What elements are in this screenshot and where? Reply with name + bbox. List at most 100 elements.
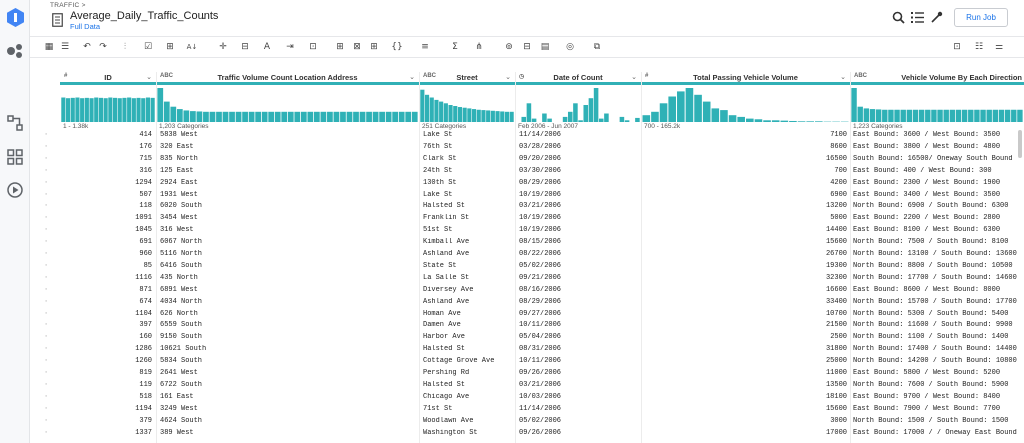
table-cell-id[interactable]: 674	[60, 298, 152, 306]
histogram-bar[interactable]	[209, 111, 216, 122]
histogram-bar[interactable]	[89, 98, 94, 122]
histogram-bar[interactable]	[170, 106, 177, 122]
table-cell-addr[interactable]: 161 East	[160, 393, 410, 401]
histogram-bar[interactable]	[875, 109, 882, 122]
jobs-icon[interactable]	[6, 181, 24, 199]
histogram-bar[interactable]	[136, 97, 141, 122]
table-row[interactable]: · 1337 389 West Washington St 09/26/2006 1700…	[30, 428, 1024, 440]
table-cell-vol[interactable]: 11000	[641, 369, 847, 377]
table-row[interactable]: · 674 4034 North Ashland Ave 08/29/2006 33400…	[30, 297, 1024, 309]
histogram-bar[interactable]	[457, 107, 463, 122]
table-cell-addr[interactable]: 4624 South	[160, 417, 410, 425]
histogram-bar[interactable]	[103, 98, 108, 122]
table-cell-id[interactable]: 691	[60, 238, 152, 246]
histogram-bar[interactable]	[949, 109, 956, 122]
table-cell-vol[interactable]: 33400	[641, 298, 847, 306]
table-cell-vol[interactable]: 31800	[641, 345, 847, 353]
table-row[interactable]: · 1260 5834 South Cottage Grove Ave 10/11/20…	[30, 356, 1024, 368]
table-cell-dir[interactable]: North Bound: 7600 / South Bound: 5900	[853, 381, 1024, 389]
table-cell-dir[interactable]: East Bound: 8100 / West Bound: 6300	[853, 226, 1024, 234]
histogram-bar[interactable]	[127, 97, 132, 122]
histogram-bar[interactable]	[216, 111, 222, 122]
table-cell-vol[interactable]: 700	[641, 167, 847, 175]
table-row[interactable]: · 316 125 East 24th St 03/30/2006 700 East Bou…	[30, 166, 1024, 178]
histogram-bar[interactable]	[894, 109, 900, 122]
table-cell-street[interactable]: Chicago Ave	[423, 393, 513, 401]
list-details-icon[interactable]	[911, 11, 924, 24]
column-histogram[interactable]	[516, 88, 640, 122]
histogram-bar[interactable]	[98, 97, 104, 122]
table-row[interactable]: · 176 320 East 76th St 03/28/2006 8600 East Bo…	[30, 142, 1024, 154]
table-cell-date[interactable]: 08/29/2006	[519, 179, 637, 187]
table-row[interactable]: · 397 6559 South Damen Ave 10/11/2006 21500 No…	[30, 320, 1024, 332]
table-cell-vol[interactable]: 13200	[641, 202, 847, 210]
page-title[interactable]: Average_Daily_Traffic_Counts	[70, 10, 218, 22]
table-cell-addr[interactable]: 6722 South	[160, 381, 410, 389]
histogram-bar[interactable]	[287, 111, 294, 122]
table-cell-addr[interactable]: 320 East	[160, 143, 410, 151]
table-cell-id[interactable]: 160	[60, 333, 152, 341]
table-cell-addr[interactable]: 3454 West	[160, 214, 410, 222]
histogram-bar[interactable]	[624, 120, 630, 122]
histogram-bar[interactable]	[567, 111, 573, 122]
table-cell-street[interactable]: Lake St	[423, 131, 513, 139]
histogram-bar[interactable]	[80, 98, 85, 122]
table-cell-street[interactable]: Halsted St	[423, 202, 513, 210]
histogram-bar[interactable]	[961, 109, 968, 122]
library-icon[interactable]	[6, 148, 24, 166]
column-histogram[interactable]	[61, 88, 155, 122]
histogram-bar[interactable]	[281, 111, 288, 122]
table-cell-dir[interactable]: North Bound: 7500 / South Bound: 8100	[853, 238, 1024, 246]
table-cell-addr[interactable]: 6416 South	[160, 262, 410, 270]
table-cell-date[interactable]: 08/22/2006	[519, 250, 637, 258]
histogram-bar[interactable]	[313, 111, 320, 122]
table-cell-date[interactable]: 09/27/2006	[519, 310, 637, 318]
table-cell-vol[interactable]: 16600	[641, 286, 847, 294]
histogram-bar[interactable]	[274, 111, 281, 122]
table-cell-addr[interactable]: 5838 West	[160, 131, 410, 139]
histogram-bar[interactable]	[366, 111, 372, 122]
table-cell-date[interactable]: 09/26/2006	[519, 369, 637, 377]
table-cell-addr[interactable]: 389 West	[160, 429, 410, 437]
column-header[interactable]: # Total Passing Vehicle Volume ⌄	[641, 72, 850, 85]
histogram-bar[interactable]	[728, 115, 737, 122]
table-cell-dir[interactable]: North Bound: 6900 / South Bound: 6300	[853, 202, 1024, 210]
table-cell-street[interactable]: La Salle St	[423, 274, 513, 282]
table-cell-addr[interactable]: 316 West	[160, 226, 410, 234]
table-cell-id[interactable]: 176	[60, 143, 152, 151]
table-cell-date[interactable]: 05/02/2006	[519, 417, 637, 425]
table-cell-date[interactable]: 10/03/2006	[519, 393, 637, 401]
table-cell-dir[interactable]: North Bound: 13100 / South Bound: 13600	[853, 250, 1024, 258]
column-header[interactable]: ◷ Date of Count ⌄	[515, 72, 641, 85]
table-cell-addr[interactable]: 125 East	[160, 167, 410, 175]
histogram-bar[interactable]	[573, 103, 578, 122]
conditions-icon[interactable]: ⊡	[306, 41, 320, 54]
table-cell-id[interactable]: 871	[60, 286, 152, 294]
flows-icon[interactable]	[6, 42, 24, 60]
table-cell-vol[interactable]: 15600	[641, 238, 847, 246]
table-row[interactable]: · 819 2641 West Pershing Rd 09/26/2006 11000 E…	[30, 368, 1024, 380]
histogram-bar[interactable]	[235, 111, 242, 122]
sigma-icon[interactable]: Σ	[448, 41, 462, 54]
histogram-bar[interactable]	[429, 97, 434, 122]
table-cell-street[interactable]: Damen Ave	[423, 321, 513, 329]
table-cell-id[interactable]: 414	[60, 131, 152, 139]
table-row[interactable]: · 518 161 East Chicago Ave 10/03/2006 18100 Ea…	[30, 392, 1024, 404]
histogram-bar[interactable]	[346, 111, 353, 122]
braces-icon[interactable]: {}	[390, 41, 404, 54]
histogram-bar[interactable]	[248, 111, 255, 122]
histogram-bar[interactable]	[685, 88, 694, 122]
histogram-bar[interactable]	[737, 116, 745, 122]
table-cell-id[interactable]: 85	[60, 262, 152, 270]
histogram-bar[interactable]	[434, 99, 439, 122]
table-cell-street[interactable]: Clark St	[423, 155, 513, 163]
table-cell-date[interactable]: 11/14/2006	[519, 405, 637, 413]
column-histogram[interactable]	[420, 88, 514, 122]
histogram-bar[interactable]	[694, 94, 702, 122]
histogram-bar[interactable]	[131, 98, 136, 122]
histogram-bar[interactable]	[61, 97, 66, 122]
table-row[interactable]: · 414 5838 West Lake St 11/14/2006 7100 East B…	[30, 130, 1024, 142]
histogram-bar[interactable]	[379, 111, 385, 122]
histogram-bar[interactable]	[720, 110, 728, 122]
table-cell-id[interactable]: 819	[60, 369, 152, 377]
